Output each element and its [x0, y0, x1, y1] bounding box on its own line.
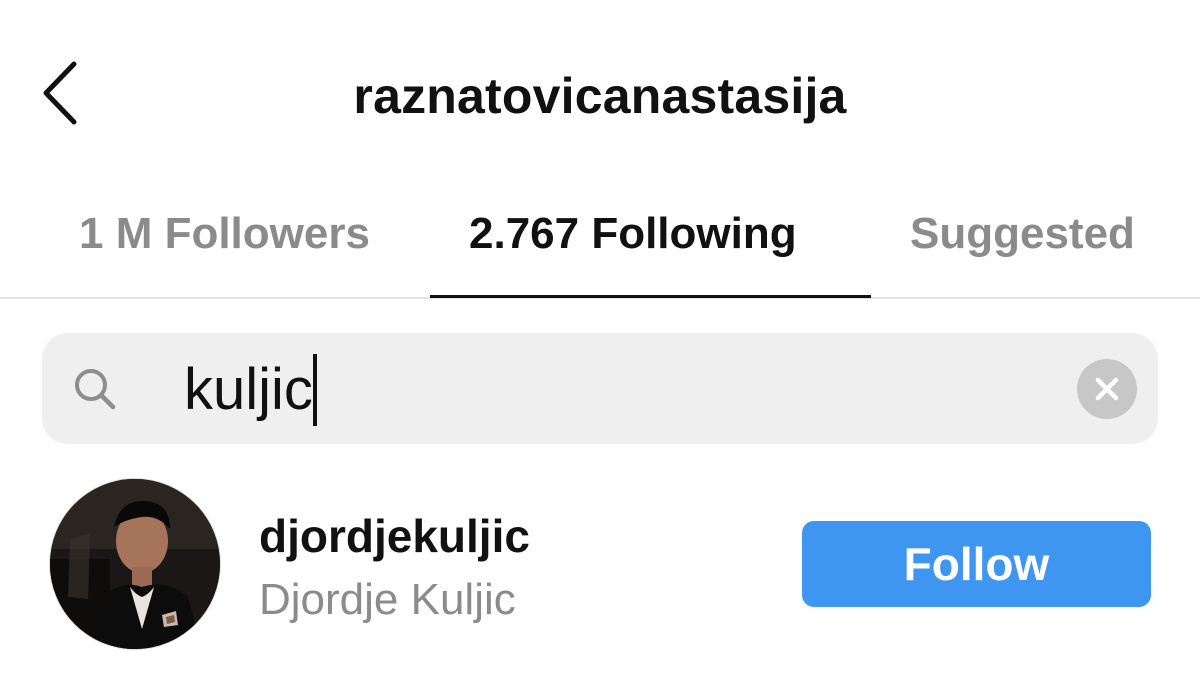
follow-button[interactable]: Follow: [802, 521, 1151, 607]
active-tab-indicator: [430, 295, 871, 298]
profile-photo: [50, 479, 220, 649]
search-input[interactable]: kuljic: [42, 333, 1158, 444]
tab-suggested[interactable]: Suggested: [910, 206, 1135, 262]
tab-following[interactable]: 2.767 Following: [469, 206, 797, 262]
search-icon: [75, 369, 116, 410]
clear-search-button[interactable]: [1077, 359, 1137, 419]
text-caret: [312, 353, 317, 426]
result-full-name: Djordje Kuljic: [259, 575, 516, 624]
page-title: raznatovicanastasija: [353, 68, 847, 124]
result-username: djordjekuljic: [259, 510, 530, 562]
avatar[interactable]: [49, 478, 221, 650]
tab-followers[interactable]: 1 M Followers: [79, 206, 370, 262]
search-query: kuljic: [184, 353, 317, 430]
following-list-screen: raznatovicanastasija 1 M Followers 2.767…: [0, 0, 1200, 689]
clear-icon: [1095, 377, 1119, 401]
tab-bar: 1 M Followers 2.767 Following Suggested: [0, 196, 1200, 299]
search-query-text: kuljic: [184, 357, 313, 422]
list-item[interactable]: djordjekuljic Djordje Kuljic Follow: [0, 470, 1200, 660]
header: raznatovicanastasija: [0, 0, 1200, 190]
